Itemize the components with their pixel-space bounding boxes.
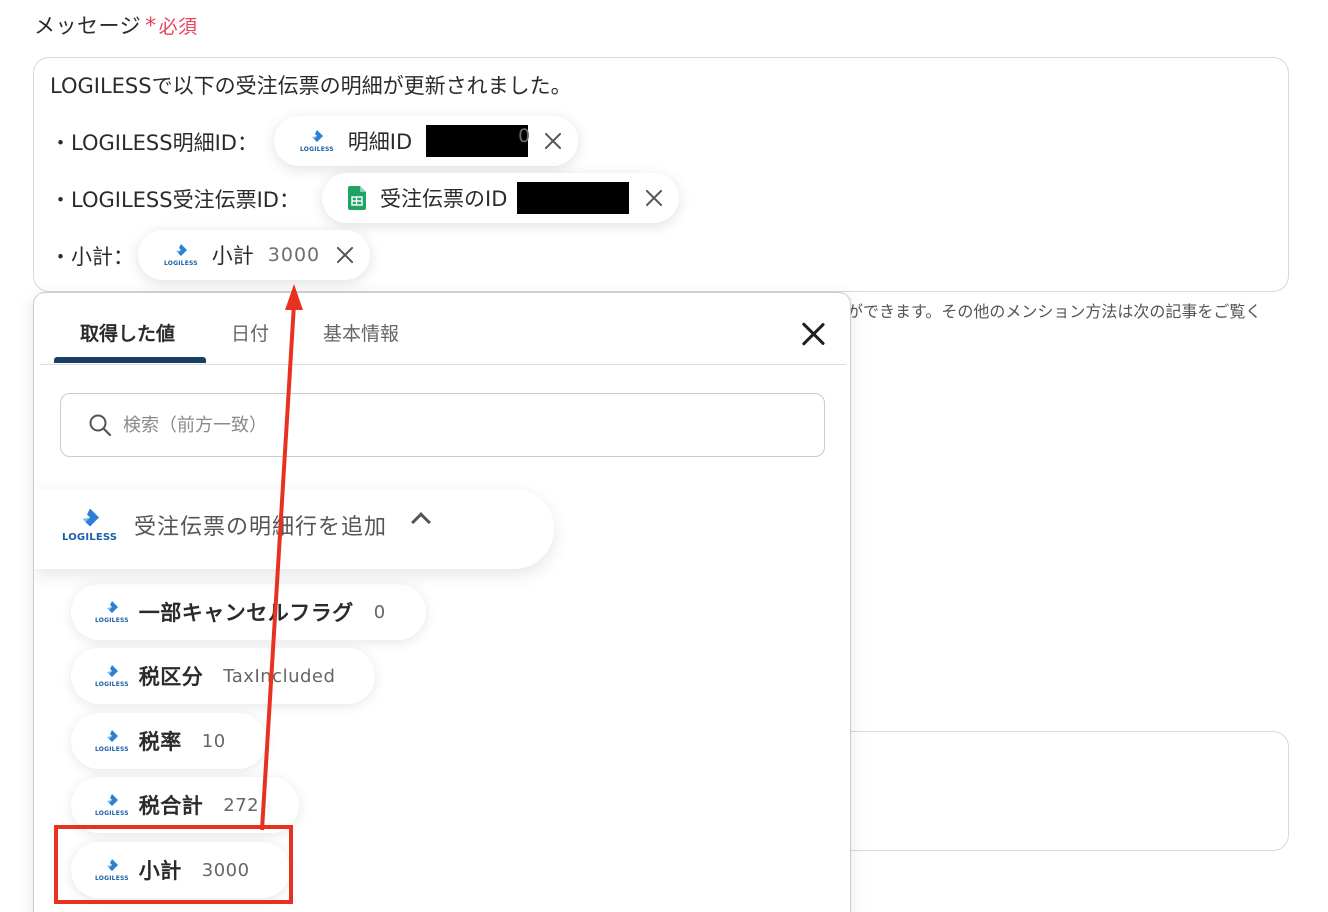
tab-basic-info[interactable]: 基本情報: [323, 319, 399, 346]
logiless-logo-icon: LOGILESS: [62, 507, 117, 543]
google-sheets-icon: [348, 186, 366, 210]
item-value: 0: [373, 601, 386, 623]
group-title: 受注伝票の明細行を追加: [134, 515, 388, 540]
logiless-logo-icon: LOGILESS: [95, 729, 129, 753]
item-label: 税合計: [138, 794, 204, 818]
close-icon[interactable]: [798, 319, 828, 349]
tab-divider: [40, 364, 846, 365]
mention-tag-subtotal[interactable]: LOGILESS 小計 3000: [138, 230, 371, 280]
logiless-logo-icon: LOGILESS: [95, 664, 129, 688]
group-header[interactable]: LOGILESS 受注伝票の明細行を追加: [34, 489, 554, 569]
logiless-logo-icon: LOGILESS: [95, 793, 129, 817]
tab-bar: 取得した値 日付 基本情報: [34, 293, 850, 365]
redaction-bar: [517, 182, 630, 214]
logiless-logo-icon: LOGILESS: [164, 243, 198, 267]
helper-text: ができます。その他のメンション方法は次の記事をご覧く: [847, 302, 1262, 321]
logiless-logo-icon: LOGILESS: [300, 129, 334, 153]
item-label: 税区分: [138, 665, 204, 689]
item-value: 10: [201, 730, 226, 752]
active-tab-indicator: [54, 357, 206, 363]
redaction-bar: [426, 125, 529, 157]
item-label: 税率: [138, 730, 182, 754]
chevron-up-icon[interactable]: [411, 512, 431, 532]
mention-tag-value: 3000: [267, 244, 321, 266]
mention-tag-detail-id[interactable]: LOGILESS 明細ID 0: [274, 116, 579, 166]
mention-tag-order-id[interactable]: 受注伝票のID: [322, 173, 680, 223]
mention-tag-label: 小計: [211, 244, 254, 268]
mention-tag-value: 0: [426, 125, 530, 157]
remove-tag-icon[interactable]: [334, 244, 356, 266]
editor-line-1: LOGILESSで以下の受注伝票の明細が更新されました。: [50, 74, 572, 98]
highlight-box: [54, 825, 293, 904]
item-label: 一部キャンセルフラグ: [138, 601, 354, 625]
logiless-logo-icon: LOGILESS: [95, 600, 129, 624]
search-box[interactable]: [60, 393, 825, 457]
field-label-text: メッセージ: [34, 14, 142, 38]
required-indicator: * 必須: [145, 14, 198, 39]
editor-line-3: ・LOGILESS受注伝票ID：: [50, 188, 300, 212]
list-item[interactable]: LOGILESS 税率 10: [71, 713, 266, 769]
tab-date[interactable]: 日付: [231, 319, 269, 346]
secondary-text-area[interactable]: [820, 731, 1289, 851]
editor-line-2: ・LOGILESS明細ID：: [50, 131, 258, 155]
remove-tag-icon[interactable]: [643, 187, 665, 209]
list-item[interactable]: LOGILESS 一部キャンセルフラグ 0: [71, 584, 426, 640]
message-field-label: メッセージ * 必須: [34, 10, 198, 40]
mention-tag-label: 受注伝票のID: [380, 187, 508, 211]
message-editor[interactable]: LOGILESSで以下の受注伝票の明細が更新されました。 ・LOGILESS明細…: [33, 57, 1289, 292]
item-value: TaxIncluded: [223, 665, 336, 687]
item-value: 272: [223, 794, 260, 816]
tab-acquired-values[interactable]: 取得した値: [80, 319, 175, 346]
editor-line-4: ・小計：: [50, 245, 134, 269]
value-picker-panel: 取得した値 日付 基本情報 LOGILESS 一部キャンセルフラグ 0 LOGI…: [33, 292, 851, 912]
mention-tag-label: 明細ID: [347, 130, 413, 154]
remove-tag-icon[interactable]: [542, 130, 564, 152]
search-icon: [89, 414, 111, 436]
list-item[interactable]: LOGILESS 税区分 TaxIncluded: [71, 648, 376, 704]
search-input[interactable]: [123, 410, 803, 440]
